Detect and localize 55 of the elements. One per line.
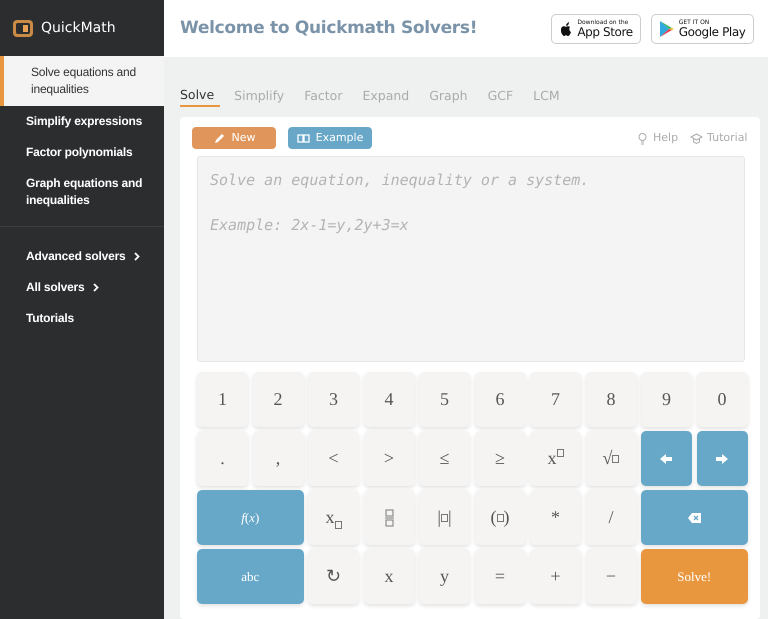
keypad-key[interactable]: 0 [696, 372, 748, 427]
page-title: Welcome to Quickmath Solvers! [180, 16, 478, 40]
keypad-key[interactable]: x [308, 490, 359, 545]
box-logo-icon [12, 17, 34, 39]
fraction-key[interactable] [364, 490, 414, 545]
lightbulb-icon [636, 132, 649, 144]
brand-name: QuickMath [41, 18, 116, 38]
keypad-key[interactable]: 8 [586, 372, 636, 427]
keypad-key[interactable]: 5 [419, 372, 470, 427]
keypad-key[interactable]: = [474, 549, 526, 604]
sidebar-item[interactable]: Graph equations and inequalities [0, 168, 164, 216]
keypad-key[interactable]: , [252, 431, 304, 486]
keypad-key[interactable]: 9 [641, 372, 692, 427]
keypad-key[interactable]: ≤ [419, 431, 470, 486]
keypad-key[interactable] [696, 431, 748, 486]
right-arrow-icon [714, 452, 730, 464]
keypad-key[interactable] [641, 490, 748, 545]
backspace-icon [686, 512, 702, 524]
keypad-key[interactable]: 6 [474, 372, 526, 427]
keypad-key[interactable]: 3 [308, 372, 359, 427]
sidebar-item[interactable]: Advanced solvers [0, 241, 164, 272]
keypad-key[interactable]: x [364, 549, 414, 604]
keypad-key[interactable]: ↻ [308, 549, 359, 604]
keypad-key[interactable]: − [586, 549, 636, 604]
keypad-key[interactable]: x [530, 431, 581, 486]
sidebar-item[interactable]: Simplify expressions [0, 106, 164, 137]
keypad-key[interactable]: 7 [530, 372, 581, 427]
left-arrow-icon [659, 452, 674, 464]
book-icon [296, 132, 310, 144]
keypad-key[interactable]: / [586, 490, 636, 545]
keypad-key[interactable]: . [197, 431, 248, 486]
keypad-key[interactable]: √ [586, 431, 636, 486]
sidebar-item[interactable]: Solve equations and inequalities [0, 56, 164, 106]
keypad-key[interactable]: ( ) [474, 490, 526, 545]
tab[interactable]: Solve [180, 85, 220, 107]
keypad-key[interactable]: < [308, 431, 359, 486]
keypad-key[interactable]: * [530, 490, 581, 545]
sidebar-item[interactable]: All solvers [0, 272, 164, 303]
sidebar-item[interactable]: Factor polynomials [0, 137, 164, 168]
keypad-key[interactable]: 4 [364, 372, 414, 427]
keypad-key[interactable]: y [419, 549, 470, 604]
graduation-cap-icon [690, 132, 704, 144]
keypad-key[interactable]: > [364, 431, 414, 486]
fraction-icon [384, 508, 394, 526]
pencil-icon [212, 132, 226, 144]
keypad-key[interactable]: ≥ [474, 431, 526, 486]
play-icon [658, 20, 675, 38]
equation-input-field[interactable]: Solve an equation, inequality or a system. Example: 2x-1=y,2y+3=x [197, 156, 745, 362]
keypad-key[interactable]: 2 [252, 372, 304, 427]
apple-icon [559, 20, 574, 36]
sidebar-item[interactable]: Tutorials [0, 303, 164, 334]
keypad-key[interactable]: 1 [197, 372, 248, 427]
keypad-key[interactable]: + [530, 549, 581, 604]
keypad-key[interactable] [641, 431, 692, 486]
keypad-key[interactable]: | | [419, 490, 470, 545]
